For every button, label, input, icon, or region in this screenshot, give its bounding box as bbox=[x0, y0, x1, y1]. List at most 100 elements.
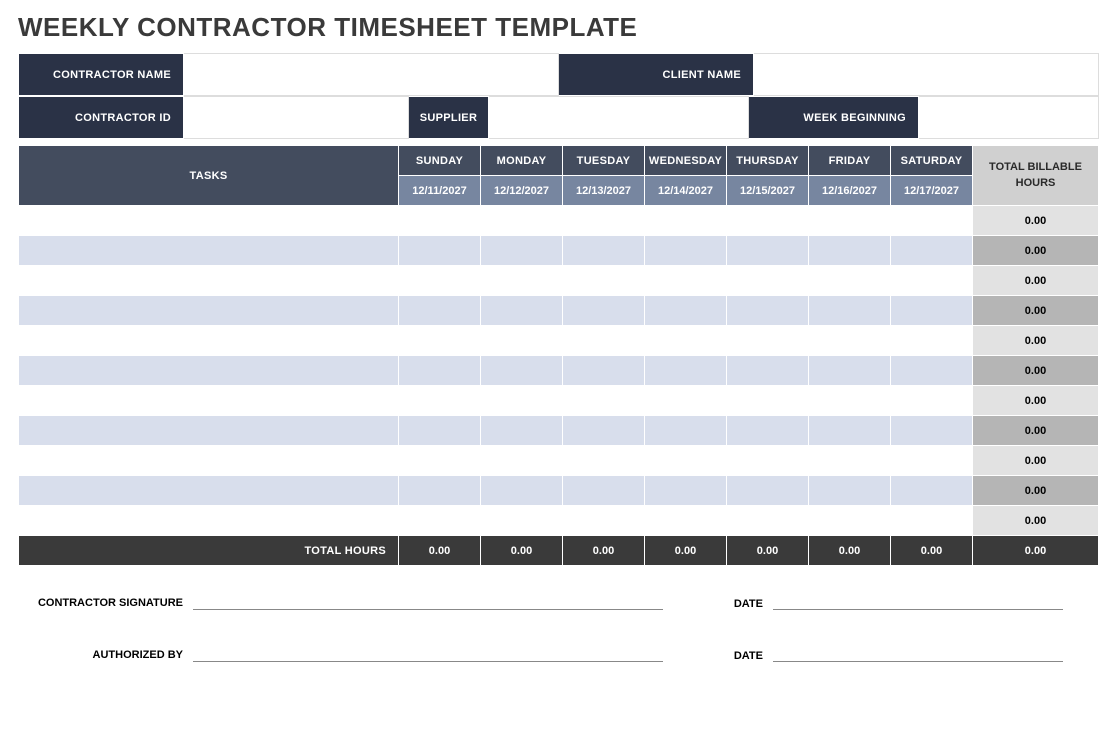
hours-cell[interactable] bbox=[645, 326, 727, 356]
hours-cell[interactable] bbox=[645, 296, 727, 326]
task-cell[interactable] bbox=[19, 356, 399, 386]
client-name-field[interactable] bbox=[754, 54, 1099, 96]
hours-cell[interactable] bbox=[645, 416, 727, 446]
hours-cell[interactable] bbox=[809, 476, 891, 506]
hours-cell[interactable] bbox=[891, 356, 973, 386]
task-cell[interactable] bbox=[19, 266, 399, 296]
hours-cell[interactable] bbox=[563, 386, 645, 416]
contractor-signature-line[interactable] bbox=[193, 588, 663, 610]
hours-cell[interactable] bbox=[563, 446, 645, 476]
hours-cell[interactable] bbox=[809, 416, 891, 446]
hours-cell[interactable] bbox=[891, 206, 973, 236]
hours-cell[interactable] bbox=[481, 326, 563, 356]
hours-cell[interactable] bbox=[809, 236, 891, 266]
hours-cell[interactable] bbox=[563, 506, 645, 536]
table-row: 0.00 bbox=[19, 386, 1099, 416]
hours-cell[interactable] bbox=[399, 206, 481, 236]
hours-cell[interactable] bbox=[481, 236, 563, 266]
hours-cell[interactable] bbox=[891, 386, 973, 416]
hours-cell[interactable] bbox=[645, 476, 727, 506]
hours-cell[interactable] bbox=[563, 236, 645, 266]
hours-cell[interactable] bbox=[727, 416, 809, 446]
hours-cell[interactable] bbox=[891, 506, 973, 536]
contractor-date-line[interactable] bbox=[773, 588, 1063, 610]
hours-cell[interactable] bbox=[399, 476, 481, 506]
hours-cell[interactable] bbox=[399, 416, 481, 446]
hours-cell[interactable] bbox=[809, 386, 891, 416]
hours-cell[interactable] bbox=[481, 446, 563, 476]
hours-cell[interactable] bbox=[399, 266, 481, 296]
hours-cell[interactable] bbox=[645, 356, 727, 386]
task-cell[interactable] bbox=[19, 416, 399, 446]
hours-cell[interactable] bbox=[891, 326, 973, 356]
hours-cell[interactable] bbox=[399, 296, 481, 326]
hours-cell[interactable] bbox=[809, 206, 891, 236]
hours-cell[interactable] bbox=[645, 446, 727, 476]
hours-cell[interactable] bbox=[645, 386, 727, 416]
task-cell[interactable] bbox=[19, 446, 399, 476]
hours-cell[interactable] bbox=[645, 266, 727, 296]
hours-cell[interactable] bbox=[645, 206, 727, 236]
hours-cell[interactable] bbox=[563, 356, 645, 386]
hours-cell[interactable] bbox=[727, 506, 809, 536]
hours-cell[interactable] bbox=[399, 356, 481, 386]
hours-cell[interactable] bbox=[891, 446, 973, 476]
hours-cell[interactable] bbox=[727, 296, 809, 326]
hours-cell[interactable] bbox=[809, 446, 891, 476]
task-cell[interactable] bbox=[19, 236, 399, 266]
hours-cell[interactable] bbox=[891, 416, 973, 446]
hours-cell[interactable] bbox=[481, 416, 563, 446]
hours-cell[interactable] bbox=[481, 476, 563, 506]
hours-cell[interactable] bbox=[645, 506, 727, 536]
task-cell[interactable] bbox=[19, 506, 399, 536]
task-cell[interactable] bbox=[19, 296, 399, 326]
day-date-3: 12/14/2027 bbox=[645, 176, 727, 206]
hours-cell[interactable] bbox=[399, 506, 481, 536]
task-cell[interactable] bbox=[19, 326, 399, 356]
contractor-name-field[interactable] bbox=[184, 54, 559, 96]
hours-cell[interactable] bbox=[563, 296, 645, 326]
hours-cell[interactable] bbox=[563, 266, 645, 296]
authorized-date-label: DATE bbox=[663, 650, 773, 662]
authorized-by-line[interactable] bbox=[193, 640, 663, 662]
hours-cell[interactable] bbox=[481, 506, 563, 536]
hours-cell[interactable] bbox=[809, 506, 891, 536]
hours-cell[interactable] bbox=[563, 326, 645, 356]
supplier-field[interactable] bbox=[489, 97, 749, 139]
task-cell[interactable] bbox=[19, 386, 399, 416]
hours-cell[interactable] bbox=[481, 206, 563, 236]
hours-cell[interactable] bbox=[891, 476, 973, 506]
hours-cell[interactable] bbox=[891, 296, 973, 326]
hours-cell[interactable] bbox=[399, 326, 481, 356]
authorized-date-line[interactable] bbox=[773, 640, 1063, 662]
hours-cell[interactable] bbox=[727, 236, 809, 266]
hours-cell[interactable] bbox=[891, 266, 973, 296]
hours-cell[interactable] bbox=[481, 266, 563, 296]
hours-cell[interactable] bbox=[809, 326, 891, 356]
hours-cell[interactable] bbox=[727, 356, 809, 386]
hours-cell[interactable] bbox=[727, 446, 809, 476]
week-beginning-field[interactable] bbox=[919, 97, 1099, 139]
hours-cell[interactable] bbox=[727, 476, 809, 506]
hours-cell[interactable] bbox=[727, 206, 809, 236]
hours-cell[interactable] bbox=[727, 266, 809, 296]
hours-cell[interactable] bbox=[399, 386, 481, 416]
task-cell[interactable] bbox=[19, 206, 399, 236]
hours-cell[interactable] bbox=[809, 266, 891, 296]
hours-cell[interactable] bbox=[809, 296, 891, 326]
hours-cell[interactable] bbox=[481, 356, 563, 386]
hours-cell[interactable] bbox=[563, 206, 645, 236]
hours-cell[interactable] bbox=[891, 236, 973, 266]
contractor-id-field[interactable] bbox=[184, 97, 409, 139]
hours-cell[interactable] bbox=[399, 446, 481, 476]
hours-cell[interactable] bbox=[481, 296, 563, 326]
hours-cell[interactable] bbox=[645, 236, 727, 266]
hours-cell[interactable] bbox=[809, 356, 891, 386]
hours-cell[interactable] bbox=[727, 326, 809, 356]
hours-cell[interactable] bbox=[563, 416, 645, 446]
hours-cell[interactable] bbox=[727, 386, 809, 416]
task-cell[interactable] bbox=[19, 476, 399, 506]
hours-cell[interactable] bbox=[563, 476, 645, 506]
hours-cell[interactable] bbox=[399, 236, 481, 266]
hours-cell[interactable] bbox=[481, 386, 563, 416]
